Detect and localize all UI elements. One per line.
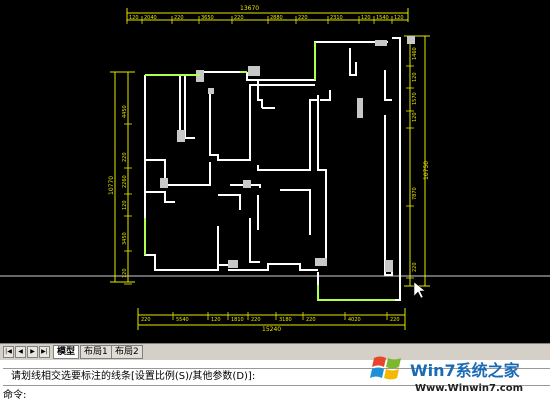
watermark-url: Www.Winwin7.com [415,383,524,394]
left-dims-group: 4450 220 2260 120 3450 120 [122,105,132,285]
right-dim-label: 120 [412,112,418,122]
top-dim-label: 220 [298,15,308,21]
bottom-dim-label: 220 [390,317,400,323]
top-dim-label: 2310 [330,15,343,21]
bottom-dim-label: 1810 [231,317,244,323]
bottom-dim-label: 3180 [279,317,292,323]
bottom-dim-label: 5540 [176,317,189,323]
left-dim-label: 3450 [122,232,128,245]
right-dim-label: 1570 [412,92,418,105]
watermark: Win7系统之家 Www.Winwin7.com [370,350,550,404]
command-prompt-label[interactable]: 命令: [3,389,26,403]
bottom-dim-label: 220 [141,317,151,323]
prev-tab-button[interactable]: ◀ [15,346,26,358]
top-dim-label: 220 [174,15,184,21]
left-dim-label: 120 [122,200,128,210]
right-dim-label: 220 [412,262,418,272]
right-dim-label: 7870 [412,187,418,200]
last-tab-button[interactable]: ▶| [39,346,50,358]
bottom-dims-group: 220 5540 120 1810 220 3180 220 4020 220 [137,312,400,323]
tab-model[interactable]: 模型 [53,345,80,359]
right-overall-dim: 10750 [423,161,430,180]
top-dim-label: 2880 [270,15,283,21]
left-dim-label: 2260 [122,175,128,188]
top-dim-label: 120 [129,15,139,21]
top-dim-label: 220 [234,15,244,21]
top-dim-label: 120 [394,15,404,21]
right-dims-group: 1460 120 1570 120 7870 220 [406,47,418,279]
drawing-canvas[interactable]: 13670 120 2040 220 3650 220 2880 220 2310 120 154… [0,0,550,343]
next-tab-button[interactable]: ▶ [27,346,38,358]
top-dim-label: 2040 [144,15,157,21]
left-dim-label: 120 [122,268,128,278]
bottom-dim-label: 220 [306,317,316,323]
watermark-title: Win7系统之家 [410,361,520,380]
floor-plan-drawing: 13670 120 2040 220 3650 220 2880 220 2310 120 154… [0,5,550,333]
left-dim-label: 220 [122,152,128,162]
top-overall-dim: 13670 [240,5,259,12]
right-dim-label: 120 [412,72,418,82]
bottom-overall-dim: 15240 [262,326,281,333]
cursor-arrow [413,281,426,299]
top-dim-label: 1540 [376,15,389,21]
walls [144,37,401,301]
left-dim-label: 4450 [122,105,128,118]
first-tab-button[interactable]: |◀ [3,346,14,358]
bottom-dim-label: 4020 [348,317,361,323]
wall-blocks [160,36,415,272]
right-dim-label: 1460 [412,47,418,60]
bottom-dim-label: 120 [211,317,221,323]
left-overall-dim: 10770 [108,176,115,195]
top-dim-label: 3650 [201,15,214,21]
top-dim-label: 120 [361,15,371,21]
windows-logo-icon [370,356,401,380]
bottom-dim-label: 220 [251,317,261,323]
tab-layout1[interactable]: 布局1 [80,345,112,359]
tab-layout2[interactable]: 布局2 [111,345,143,359]
